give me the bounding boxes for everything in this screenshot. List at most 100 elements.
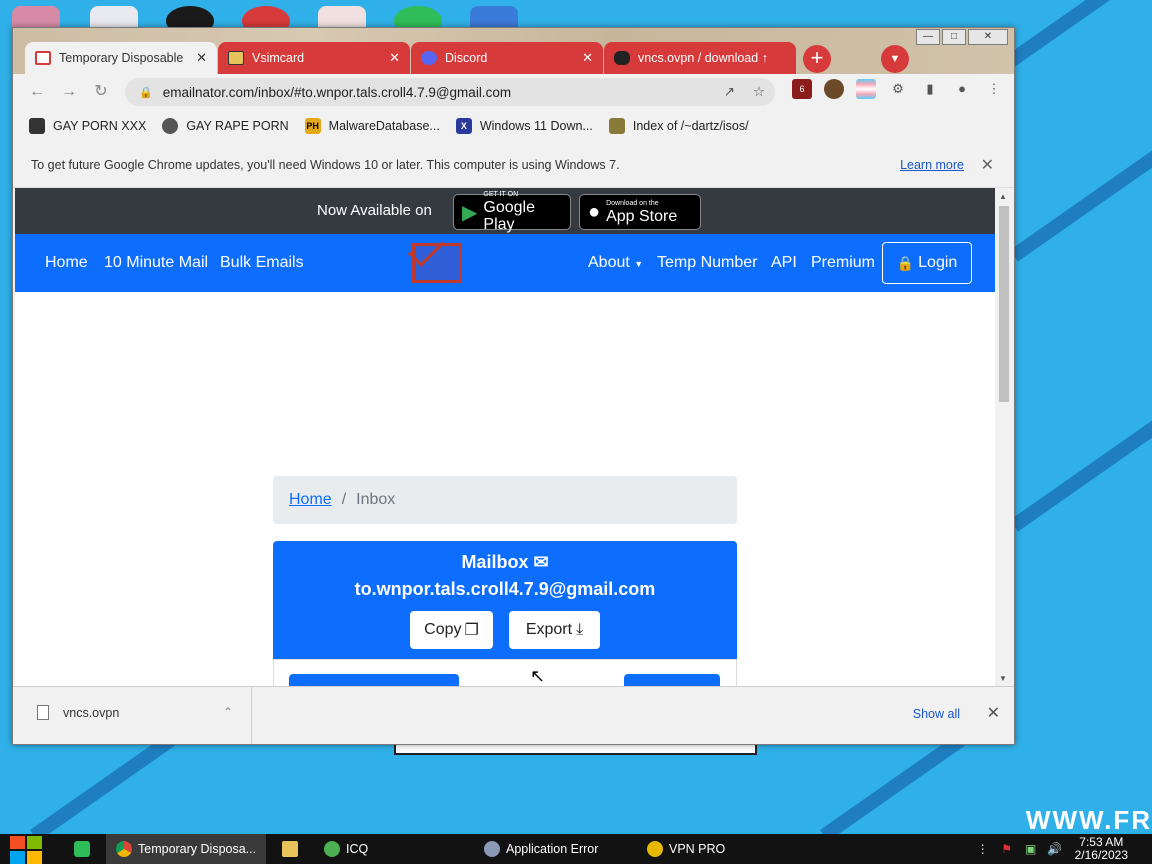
error-icon — [484, 841, 500, 857]
puzzle-extensions-icon[interactable]: ⚙ — [888, 79, 908, 99]
close-icon[interactable]: ✕ — [987, 703, 1000, 723]
flag-extension-icon[interactable] — [856, 79, 876, 99]
page-scrollbar[interactable]: ▲ ▼ — [995, 188, 1013, 686]
action-button[interactable] — [624, 674, 720, 686]
bookmark-item[interactable]: GAY RAPE PORN — [162, 118, 289, 134]
nav-home[interactable]: Home — [45, 254, 88, 272]
login-button[interactable]: 🔒 Login — [882, 242, 972, 284]
maximize-button[interactable]: □ — [942, 29, 966, 45]
bookmark-item[interactable]: Index of /~dartz/isos/ — [608, 118, 749, 134]
close-tab-icon[interactable]: ✕ — [196, 50, 207, 66]
export-button[interactable]: Export ⤓ — [509, 611, 600, 649]
icq-flower-icon — [324, 841, 340, 857]
close-tab-icon[interactable]: ✕ — [389, 50, 400, 66]
taskbar: Temporary Disposa... ICQ Application Err… — [0, 834, 1152, 864]
download-item[interactable]: vncs.ovpn — [37, 705, 119, 720]
taskbar-item-chrome[interactable]: Temporary Disposa... — [106, 834, 266, 864]
tab-discord[interactable]: Discord ✕ — [411, 42, 603, 74]
clock[interactable]: 7:53 AM 2/16/2023 — [1075, 836, 1128, 862]
scroll-thumb[interactable] — [999, 206, 1009, 402]
close-window-button[interactable]: ✕ — [968, 29, 1008, 45]
cloud-favicon-icon — [614, 51, 630, 65]
watermark: WWW.FR — [1025, 805, 1152, 835]
scroll-up-icon[interactable]: ▲ — [999, 192, 1007, 201]
taskbar-item-explorer[interactable] — [272, 834, 312, 864]
desktop-icons — [0, 0, 560, 36]
taskbar-item-label: VPN PRO — [669, 842, 726, 856]
action-center-flag-icon[interactable]: ⚑ — [999, 842, 1015, 856]
apple-icon: ● — [588, 200, 601, 223]
close-icon[interactable]: ✕ — [981, 155, 994, 175]
tab-vncs-download[interactable]: vncs.ovpn / download ↑ — [604, 42, 796, 74]
reload-icon[interactable]: ↻ — [91, 82, 111, 102]
update-infobar: To get future Google Chrome updates, you… — [13, 142, 1014, 188]
profile-icon[interactable]: ● — [952, 79, 972, 99]
mailbox-title: Mailbox ✉ — [273, 552, 737, 573]
learn-more-link[interactable]: Learn more — [900, 158, 964, 172]
taskbar-pinned-app[interactable] — [64, 834, 104, 864]
close-tab-icon[interactable]: ✕ — [582, 50, 593, 66]
ublock-extension-icon[interactable]: 6 — [792, 79, 812, 99]
tab-title: Vsimcard — [252, 51, 305, 65]
bookmark-star-icon[interactable]: ☆ — [753, 84, 765, 100]
avatar-extension-icon[interactable] — [824, 79, 844, 99]
scroll-down-icon[interactable]: ▼ — [999, 674, 1007, 683]
app-store-large-text: App Store — [606, 207, 678, 225]
chevron-up-icon[interactable]: ⌃ — [223, 705, 233, 719]
bookmark-label: GAY PORN XXX — [53, 119, 147, 133]
breadcrumb-home-link[interactable]: Home — [289, 491, 332, 509]
lock-icon: 🔒 — [896, 254, 915, 271]
nav-premium[interactable]: Premium — [811, 254, 875, 272]
window-controls: — □ ✕ — [914, 29, 1008, 45]
downloads-bar: vncs.ovpn ⌃ Show all ✕ — [13, 686, 1014, 744]
nav-temp-number[interactable]: Temp Number — [657, 254, 757, 272]
download-icon: ⤓ — [576, 621, 584, 638]
google-play-button[interactable]: ▶ GET IT ON Google Play — [453, 191, 571, 233]
app-store-button[interactable]: ● Download on the App Store — [579, 194, 701, 230]
back-arrow-icon[interactable]: ← — [27, 82, 47, 102]
action-button[interactable] — [289, 674, 459, 686]
clock-date: 2/16/2023 — [1074, 848, 1128, 862]
taskbar-item-icq[interactable]: ICQ — [314, 834, 464, 864]
nav-about[interactable]: About ▼ — [588, 254, 643, 272]
divider — [251, 687, 252, 744]
show-all-link[interactable]: Show all — [913, 707, 960, 721]
bookmark-label: MalwareDatabase... — [328, 119, 440, 133]
tab-search-chevron-icon[interactable]: ▼ — [881, 45, 909, 73]
taskbar-item-application-error[interactable]: Application Error — [474, 834, 634, 864]
site-logo[interactable] — [412, 243, 462, 283]
nav-api[interactable]: API — [771, 254, 797, 272]
minimize-button[interactable]: — — [916, 29, 940, 45]
network-icon[interactable]: ▣ — [1023, 842, 1039, 856]
breadcrumb-separator: / — [341, 491, 347, 508]
address-bar[interactable]: 🔒 emailnator.com/inbox/#to.wnpor.tals.cr… — [125, 78, 775, 106]
bookmark-item[interactable]: X Windows 11 Down... — [455, 118, 593, 134]
nav-10-minute-mail[interactable]: 10 Minute Mail — [104, 254, 208, 272]
start-button[interactable] — [10, 836, 44, 864]
copy-button[interactable]: Copy ❐ — [410, 611, 493, 649]
mailbox-address: to.wnpor.tals.croll4.7.9@gmail.com — [354, 579, 656, 599]
copy-icon: ❐ — [464, 622, 479, 639]
folder-icon — [282, 841, 298, 857]
share-icon[interactable]: ↗ — [724, 84, 735, 100]
gmail-favicon-icon — [35, 51, 51, 65]
tray-overflow-icon[interactable]: ⋮ — [975, 842, 991, 856]
taskbar-item-vpn-pro[interactable]: VPN PRO — [637, 834, 797, 864]
side-panel-icon[interactable]: ▮ — [920, 79, 940, 99]
tab-vsimcard[interactable]: Vsimcard ✕ — [218, 42, 410, 74]
new-tab-button[interactable]: + — [803, 45, 831, 73]
promo-label: Now Available on — [317, 202, 432, 219]
lock-icon[interactable]: 🔒 — [139, 86, 153, 99]
nav-about-label: About — [588, 254, 630, 271]
tab-title: Temporary Disposable — [59, 51, 184, 65]
bookmark-item[interactable]: GAY PORN XXX — [29, 118, 146, 134]
app-icon — [74, 841, 90, 857]
globe-icon — [162, 118, 179, 134]
menu-dots-icon[interactable]: ⋮ — [984, 79, 1004, 99]
tab-temporary-disposable[interactable]: Temporary Disposable ✕ — [25, 42, 217, 74]
volume-icon[interactable]: 🔊 — [1047, 842, 1063, 856]
download-filename: vncs.ovpn — [63, 705, 120, 720]
forward-arrow-icon[interactable]: → — [59, 82, 79, 102]
nav-bulk-emails[interactable]: Bulk Emails — [220, 254, 304, 272]
bookmark-item[interactable]: PH MalwareDatabase... — [304, 118, 440, 134]
